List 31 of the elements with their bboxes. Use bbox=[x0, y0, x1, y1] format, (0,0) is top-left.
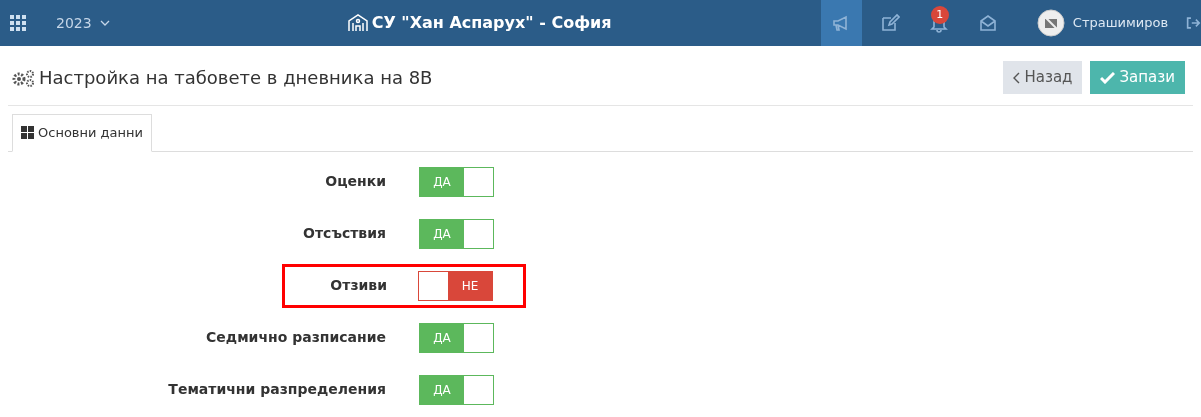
chevron-left-icon bbox=[1013, 71, 1021, 84]
gears-icon bbox=[11, 68, 35, 87]
avatar-icon[interactable] bbox=[1036, 9, 1065, 37]
notification-badge: 1 bbox=[930, 6, 949, 24]
setting-label: Тематични разпределения bbox=[167, 380, 387, 399]
school-icon bbox=[347, 14, 368, 32]
toggle-switch[interactable]: ДА bbox=[419, 322, 494, 353]
setting-label: Отсъствия bbox=[302, 224, 387, 243]
toggle-switch[interactable]: ДА bbox=[419, 166, 494, 197]
school-name: СУ "Хан Аспарух" - София bbox=[371, 12, 612, 34]
grid-icon bbox=[21, 126, 34, 140]
user-name[interactable]: Страшимиров bbox=[1072, 13, 1169, 33]
caret-icon bbox=[99, 20, 110, 26]
toolbar-button[interactable]: 1 bbox=[918, 0, 960, 46]
toggle-switch[interactable]: НЕ bbox=[418, 270, 493, 301]
edit-icon bbox=[880, 13, 901, 33]
toggle-switch[interactable]: ДА bbox=[419, 218, 494, 249]
envelope-icon bbox=[978, 13, 999, 33]
menu-grid-icon[interactable] bbox=[10, 15, 26, 31]
toggle-switch[interactable]: ДА bbox=[419, 374, 494, 405]
year-dropdown[interactable]: 2023 bbox=[50, 11, 116, 35]
tab[interactable]: Основни данни bbox=[12, 114, 152, 152]
setting-label: Оценки bbox=[324, 172, 387, 191]
setting-label: Отзиви bbox=[329, 276, 387, 295]
check-icon bbox=[1100, 71, 1116, 84]
logout-icon[interactable] bbox=[1186, 15, 1201, 31]
setting-label: Седмично разписание bbox=[205, 328, 387, 347]
toolbar-button[interactable] bbox=[820, 0, 862, 46]
save-button[interactable]: Запази bbox=[1090, 61, 1185, 94]
back-button[interactable]: Назад bbox=[1003, 61, 1083, 94]
page-title: Настройка на табовете в дневника на 8В bbox=[39, 66, 433, 89]
